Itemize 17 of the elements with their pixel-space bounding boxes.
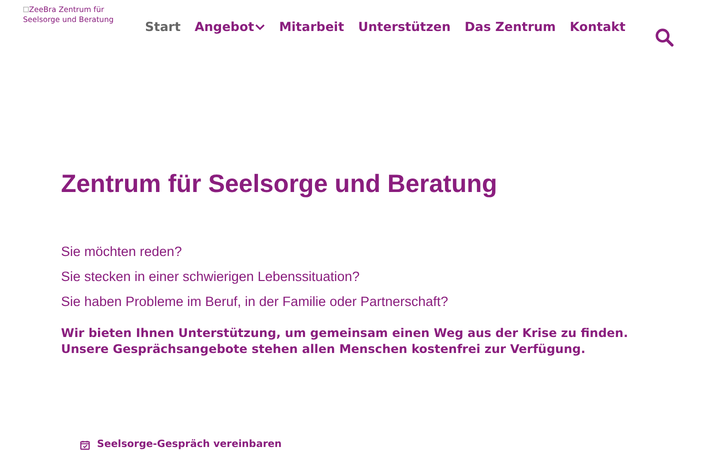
nav-link[interactable]: Das Zentrum (464, 19, 556, 34)
chevron-down-icon (255, 24, 266, 30)
broken-image-icon (23, 6, 29, 13)
nav-link[interactable]: Kontakt (570, 19, 626, 34)
question-text: Sie haben Probleme im Beruf, in der Familie oder Partnerschaft? (61, 293, 450, 310)
nav-link[interactable]: Mitarbeit (279, 19, 344, 34)
question-text: Sie möchten reden? (61, 243, 183, 260)
nav-link[interactable]: Angebot (194, 19, 266, 34)
question-text: Sie stecken in einer schwierigen Lebenssituation? (61, 268, 361, 285)
nav-link[interactable]: Start (145, 19, 181, 34)
calendar-icon (80, 440, 90, 450)
search-icon[interactable] (655, 28, 674, 47)
nav-link[interactable]: Unterstützen (358, 19, 451, 34)
statement-text: Unsere Gesprächsangebote stehen allen Menschen kostenfrei zur Verfügung. (61, 341, 586, 357)
appointment-link[interactable]: Seelsorge-Gespräch vereinbaren (97, 439, 282, 450)
page-title: Zentrum für Seelsorge und Beratung (61, 170, 498, 199)
statement-text: Wir bieten Ihnen Unterstützung, um gemeinsam einen Weg aus der Krise zu finden. (61, 325, 630, 341)
